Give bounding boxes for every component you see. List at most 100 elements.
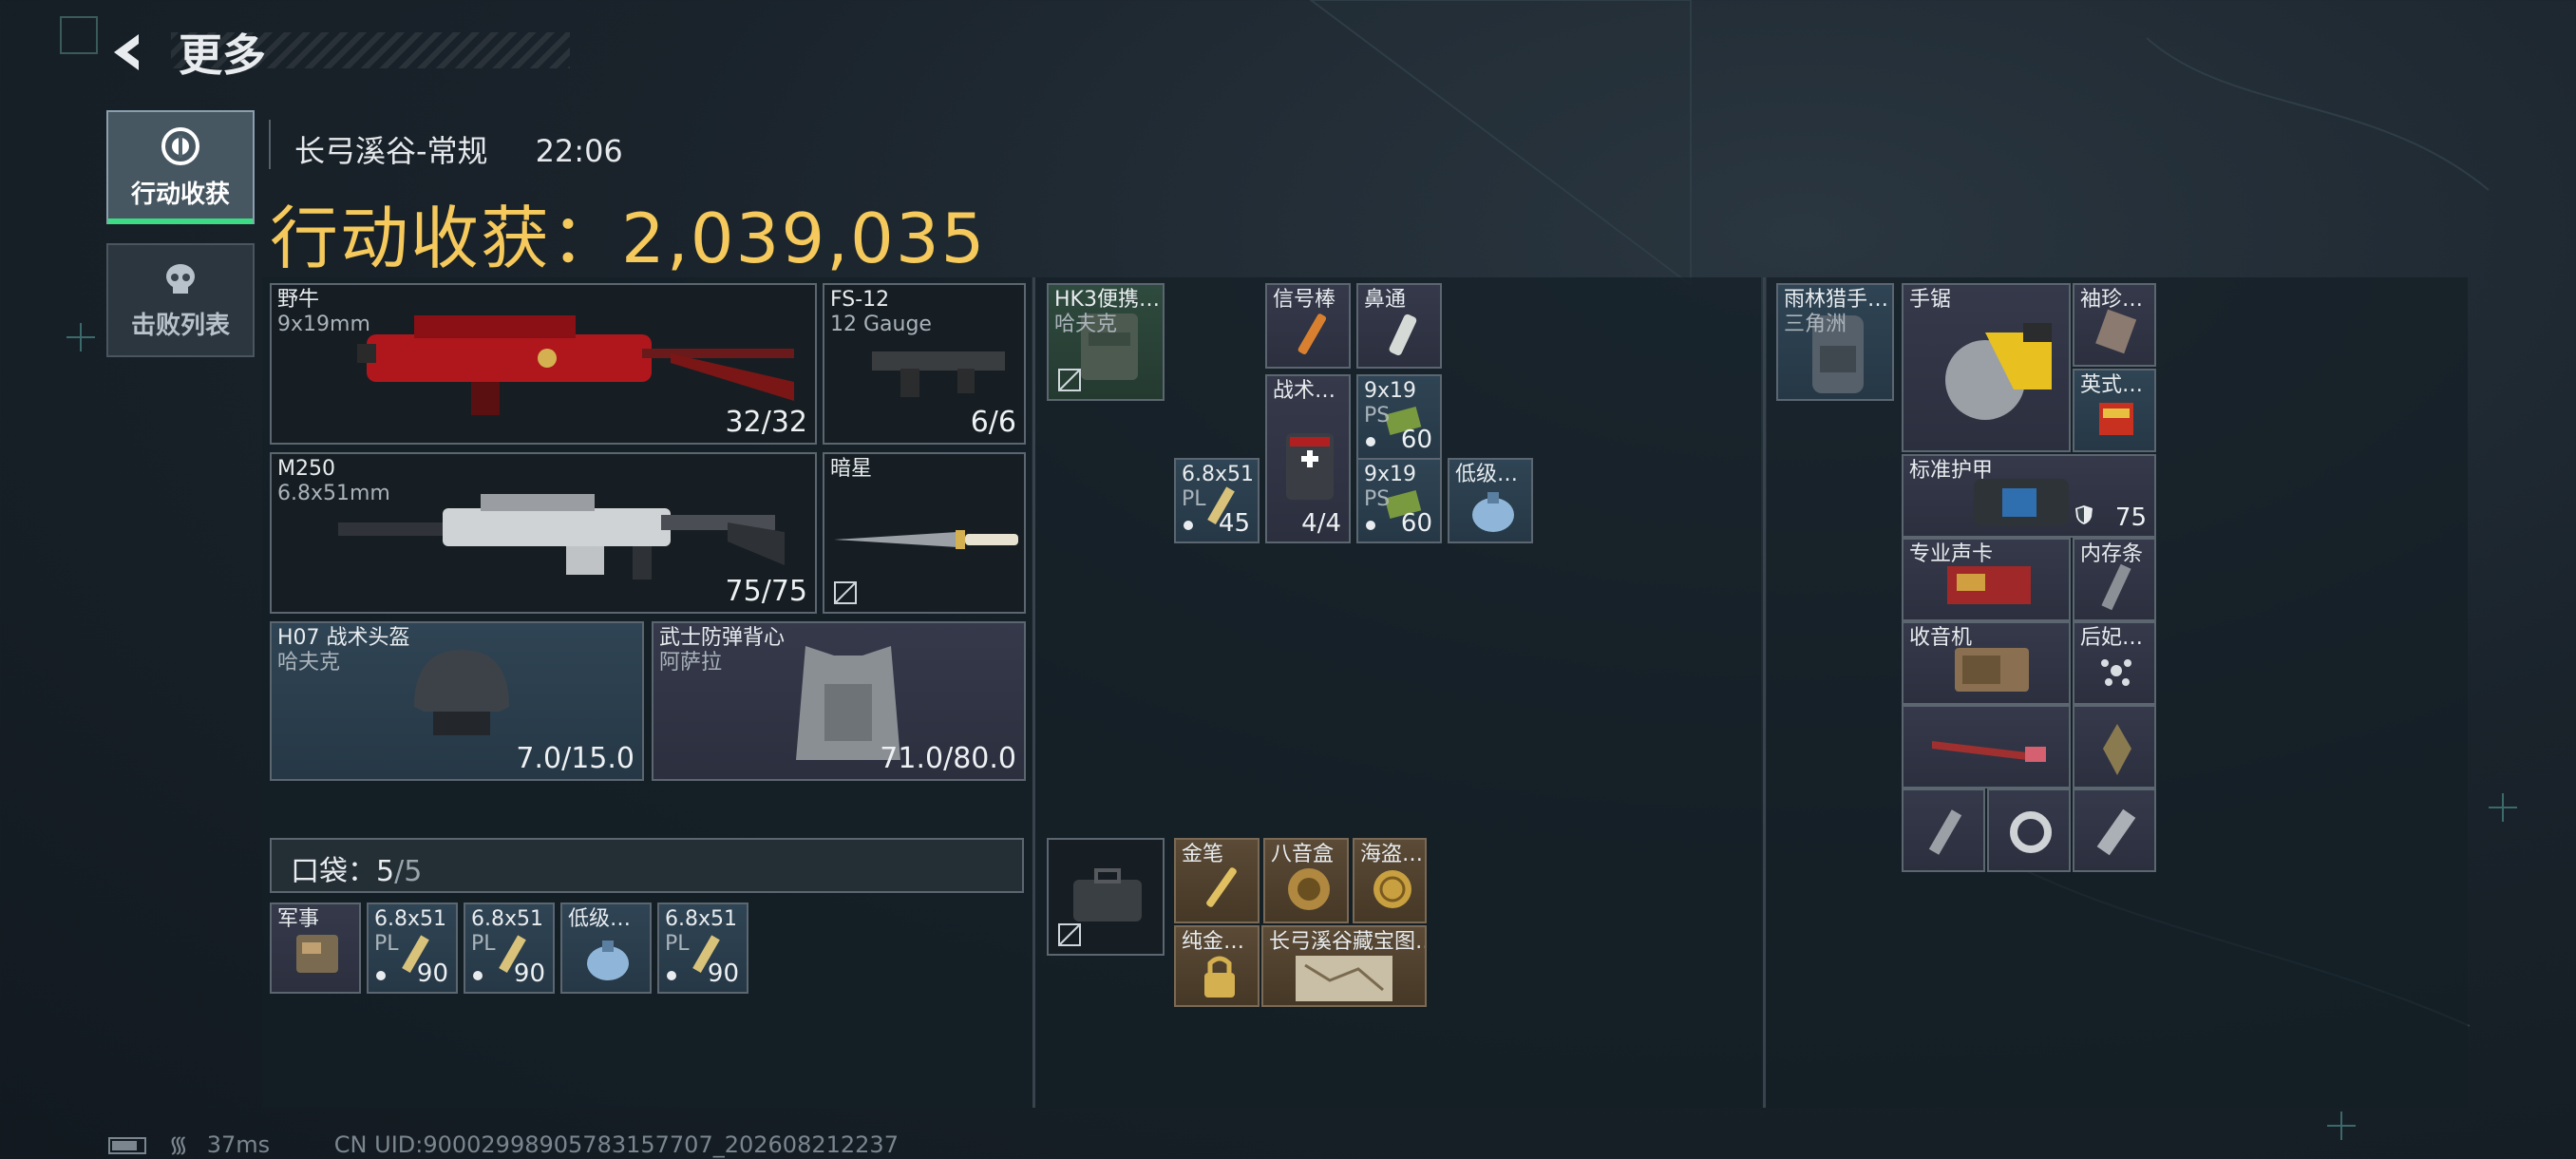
case-item[interactable]: 金笔 <box>1174 838 1260 923</box>
component-art <box>1928 809 1962 855</box>
backpack-item[interactable]: 专业声卡 <box>1902 538 2071 621</box>
case-item[interactable]: 海盗… <box>1353 838 1427 923</box>
spearhead-art <box>2103 724 2131 775</box>
ammo-dot <box>667 971 676 980</box>
primary-weapon-slot[interactable]: 野牛 9x19mm 32/32 <box>270 283 817 445</box>
ammo-dot <box>1366 521 1375 530</box>
uid: CN UID:9000299890578315770​7_20260821223… <box>333 1131 899 1158</box>
backpack-item[interactable]: 收音机 <box>1902 621 2071 705</box>
backpack-slot[interactable]: 雨林猎手… 三角洲 <box>1776 283 1894 401</box>
tab-defeated-list[interactable]: 击败列表 <box>106 243 255 357</box>
secondary-weapon-slot[interactable]: M250 6.8x51mm 75/75 <box>270 452 817 614</box>
backpack-item[interactable]: 标准护甲 75 <box>1902 454 2156 538</box>
gold-lock-art <box>1204 956 1235 998</box>
item-name: 信号棒 <box>1273 288 1336 312</box>
item-caliber: 6.8x51mm <box>277 482 390 505</box>
panel-divider <box>1763 277 1766 1108</box>
item-name: 战术… <box>1273 379 1336 403</box>
backpack-item[interactable]: 后妃… <box>2073 621 2156 705</box>
pocket-item[interactable]: 低级… <box>560 902 652 994</box>
backpack-item[interactable] <box>1987 788 2071 872</box>
pocket-item[interactable]: 6.8x51 PL 90 <box>657 902 748 994</box>
backpack-item[interactable]: 内存条 <box>2073 538 2156 621</box>
ammo-count: 75/75 <box>725 575 807 608</box>
item-name: 八音盒 <box>1271 843 1335 866</box>
rig-item[interactable]: 6.8x51 PL 45 <box>1174 458 1260 543</box>
music-box-art <box>1288 868 1330 910</box>
loot-icon <box>161 126 199 165</box>
canteen-art <box>587 940 629 980</box>
helmet-slot[interactable]: H07 战术头盔 哈夫克 7.0/15.0 <box>270 621 644 781</box>
rig-item[interactable]: 9x19 PS 60 <box>1356 458 1442 543</box>
back-arrow-icon[interactable] <box>106 28 154 76</box>
battery-icon <box>108 1137 146 1154</box>
backpack-item[interactable]: 袖珍… <box>2073 283 2156 367</box>
ammo-dot <box>1366 437 1375 446</box>
item-sub: PL <box>374 932 399 956</box>
item-count: 90 <box>707 960 739 988</box>
item-brand: 三角洲 <box>1784 313 1847 336</box>
coin-art <box>1373 870 1411 908</box>
melee-slot[interactable]: 暗星 <box>823 452 1026 614</box>
item-name: 内存条 <box>2080 542 2144 566</box>
item-count: 60 <box>1400 426 1432 454</box>
item-caliber: 9x19mm <box>277 313 370 336</box>
item-sub: PL <box>471 932 496 956</box>
chest-rig-slot[interactable]: HK3便携… 哈夫克 <box>1047 283 1165 401</box>
item-count: 90 <box>513 960 545 988</box>
item-name: 9x19 <box>1364 379 1417 403</box>
item-sub: PS <box>1364 487 1391 511</box>
shotgun-slot[interactable]: FS-12 12 Gauge 6/6 <box>823 283 1026 445</box>
pocket-item[interactable]: 6.8x51 PL 90 <box>464 902 555 994</box>
item-sub: PL <box>665 932 690 956</box>
tab-raid-gains[interactable]: 行动收获 <box>106 110 255 224</box>
item-name: 手锯 <box>1909 288 1952 312</box>
backpack-item[interactable]: 手锯 <box>1902 283 2071 452</box>
helmet-art <box>414 650 509 735</box>
armor-slot[interactable]: 武士防弹背心 阿萨拉 71.0/80.0 <box>652 621 1026 781</box>
wifi-icon: ᯾ <box>168 1131 189 1158</box>
backpack-item[interactable] <box>2073 705 2156 788</box>
backpack-item[interactable]: 英式… <box>2073 369 2156 452</box>
durability: 7.0/15.0 <box>516 742 635 775</box>
item-name: 6.8x51 <box>1182 463 1255 486</box>
inhaler-art <box>1389 314 1417 356</box>
item-name: 后妃… <box>2080 626 2144 650</box>
item-name: 6.8x51 <box>665 907 738 931</box>
tab-label: 击败列表 <box>130 311 230 340</box>
rig-item[interactable]: 战术… 4/4 <box>1265 374 1351 543</box>
bound-icon <box>834 581 857 604</box>
pen-art <box>1206 867 1237 907</box>
backpack-item[interactable] <box>1902 788 1985 872</box>
backpack-item[interactable] <box>2073 788 2156 872</box>
shield-icon <box>2075 505 2093 524</box>
item-count: 4/4 <box>1301 509 1341 538</box>
item-name: 低级… <box>568 907 632 931</box>
case-item[interactable]: 长弓溪谷藏宝图… <box>1261 925 1427 1007</box>
rig-item[interactable]: 鼻通 <box>1356 283 1442 369</box>
item-name: FS-12 <box>830 288 890 312</box>
pocket-header: 口袋：5/5 <box>270 838 1024 893</box>
ammo-dot <box>376 971 386 980</box>
case-item[interactable]: 八音盒 <box>1263 838 1349 923</box>
ammo-count: 32/32 <box>725 406 807 439</box>
pocket-item[interactable]: 6.8x51 PL 90 <box>367 902 458 994</box>
item-sub: PS <box>1364 404 1391 428</box>
item-name: 标准护甲 <box>1909 459 1994 483</box>
case-item[interactable]: 纯金… <box>1174 925 1260 1007</box>
bound-icon <box>1058 369 1081 391</box>
raid-time: 22:06 <box>535 133 623 169</box>
pocket-item[interactable]: 军事 <box>270 902 361 994</box>
backpack-item[interactable] <box>1902 705 2071 788</box>
tea-box-art <box>2099 403 2133 435</box>
durability: 71.0/80.0 <box>880 742 1016 775</box>
item-name: 鼻通 <box>1364 288 1407 312</box>
item-name: 9x19 <box>1364 463 1417 486</box>
item-name: H07 战术头盔 <box>277 626 410 650</box>
safe-case-slot[interactable] <box>1047 838 1165 956</box>
item-name: 野牛 <box>277 288 320 312</box>
panel-divider <box>1032 277 1035 1108</box>
rig-item[interactable]: 低级… <box>1448 458 1533 543</box>
rig-item[interactable]: 信号棒 <box>1265 283 1351 369</box>
rig-item[interactable]: 9x19 PS 60 <box>1356 374 1442 460</box>
